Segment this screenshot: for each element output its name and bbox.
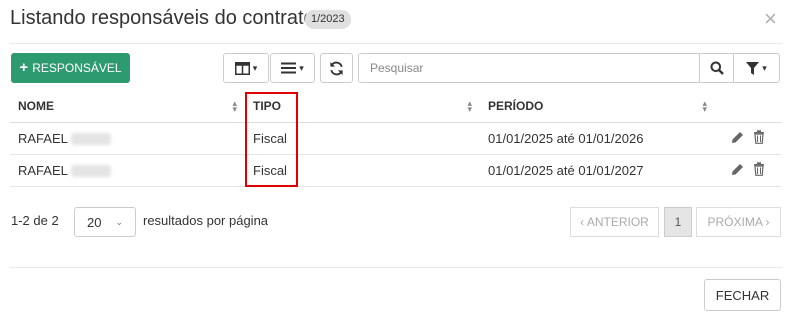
contract-badge: 1/2023 (305, 10, 351, 29)
list-options-button[interactable]: ▾ (270, 53, 315, 83)
chevron-down-icon: ⌄ (115, 216, 123, 227)
close-icon[interactable]: × (764, 8, 777, 30)
search-button[interactable] (699, 53, 734, 83)
table-row: RAFAEL Fiscal 01/01/2025 até 01/01/2026 (10, 122, 781, 155)
refresh-icon (330, 61, 343, 75)
current-page-button[interactable]: 1 (664, 207, 692, 237)
per-page-value: 20 (87, 214, 102, 230)
add-button-label: RESPONSÁVEL (32, 61, 122, 75)
refresh-button[interactable] (320, 53, 353, 83)
cell-periodo: 01/01/2025 até 01/01/2027 (480, 154, 715, 187)
dialog-title: Listando responsáveis do contrato (10, 7, 315, 29)
row-actions (715, 122, 781, 155)
row-actions (715, 154, 781, 187)
cell-nome: RAFAEL (10, 122, 245, 155)
plus-icon: + (19, 59, 29, 76)
results-count: 1-2 de 2 (11, 213, 59, 228)
fechar-button[interactable]: FECHAR (704, 279, 781, 311)
cell-nome: RAFAEL (10, 154, 245, 187)
footer-divider (10, 267, 782, 268)
search-input[interactable] (358, 53, 700, 83)
sort-icon: ▴ ▾ (702, 98, 707, 115)
redacted-surname (70, 165, 111, 178)
chevron-down-icon: ▾ (252, 62, 258, 73)
cell-periodo: 01/01/2025 até 01/01/2026 (480, 122, 715, 155)
columns-toggle-button[interactable]: ▾ (223, 53, 269, 83)
column-header-periodo[interactable]: PERÍODO ▴ ▾ (480, 91, 715, 123)
search-icon (710, 61, 724, 75)
trash-icon[interactable] (753, 161, 765, 179)
per-page-label: resultados por página (143, 213, 269, 228)
title-divider (10, 43, 782, 44)
table-row: RAFAEL Fiscal 01/01/2025 até 01/01/2027 (10, 154, 781, 187)
sort-icon: ▴ ▾ (467, 98, 472, 115)
filter-icon (746, 61, 760, 75)
trash-icon[interactable] (753, 129, 765, 147)
responsaveis-table: NOME ▴ ▾ TIPO ▴ ▾ PERÍODO ▴ ▾ RAFAEL Fiscal… (10, 91, 781, 187)
chevron-down-icon: ▾ (299, 62, 304, 73)
next-page-button[interactable]: PRÓXIMA › (696, 207, 781, 237)
edit-pencil-icon[interactable] (731, 163, 744, 179)
list-icon (281, 62, 297, 74)
table-header-row: NOME ▴ ▾ TIPO ▴ ▾ PERÍODO ▴ ▾ (10, 91, 781, 123)
previous-page-button[interactable]: ‹ ANTERIOR (570, 207, 659, 237)
chevron-down-icon: ▾ (762, 62, 767, 73)
column-header-actions (715, 91, 781, 123)
filter-button[interactable]: ▾ (733, 53, 780, 83)
column-header-nome[interactable]: NOME ▴ ▾ (10, 91, 245, 123)
add-responsavel-button[interactable]: + RESPONSÁVEL (11, 53, 130, 83)
edit-pencil-icon[interactable] (731, 131, 744, 147)
tipo-column-highlight (245, 92, 298, 187)
sort-icon: ▴ ▾ (232, 98, 237, 115)
per-page-select[interactable]: 20 ⌄ (74, 207, 136, 237)
redacted-surname (70, 133, 111, 146)
columns-icon (234, 61, 250, 75)
